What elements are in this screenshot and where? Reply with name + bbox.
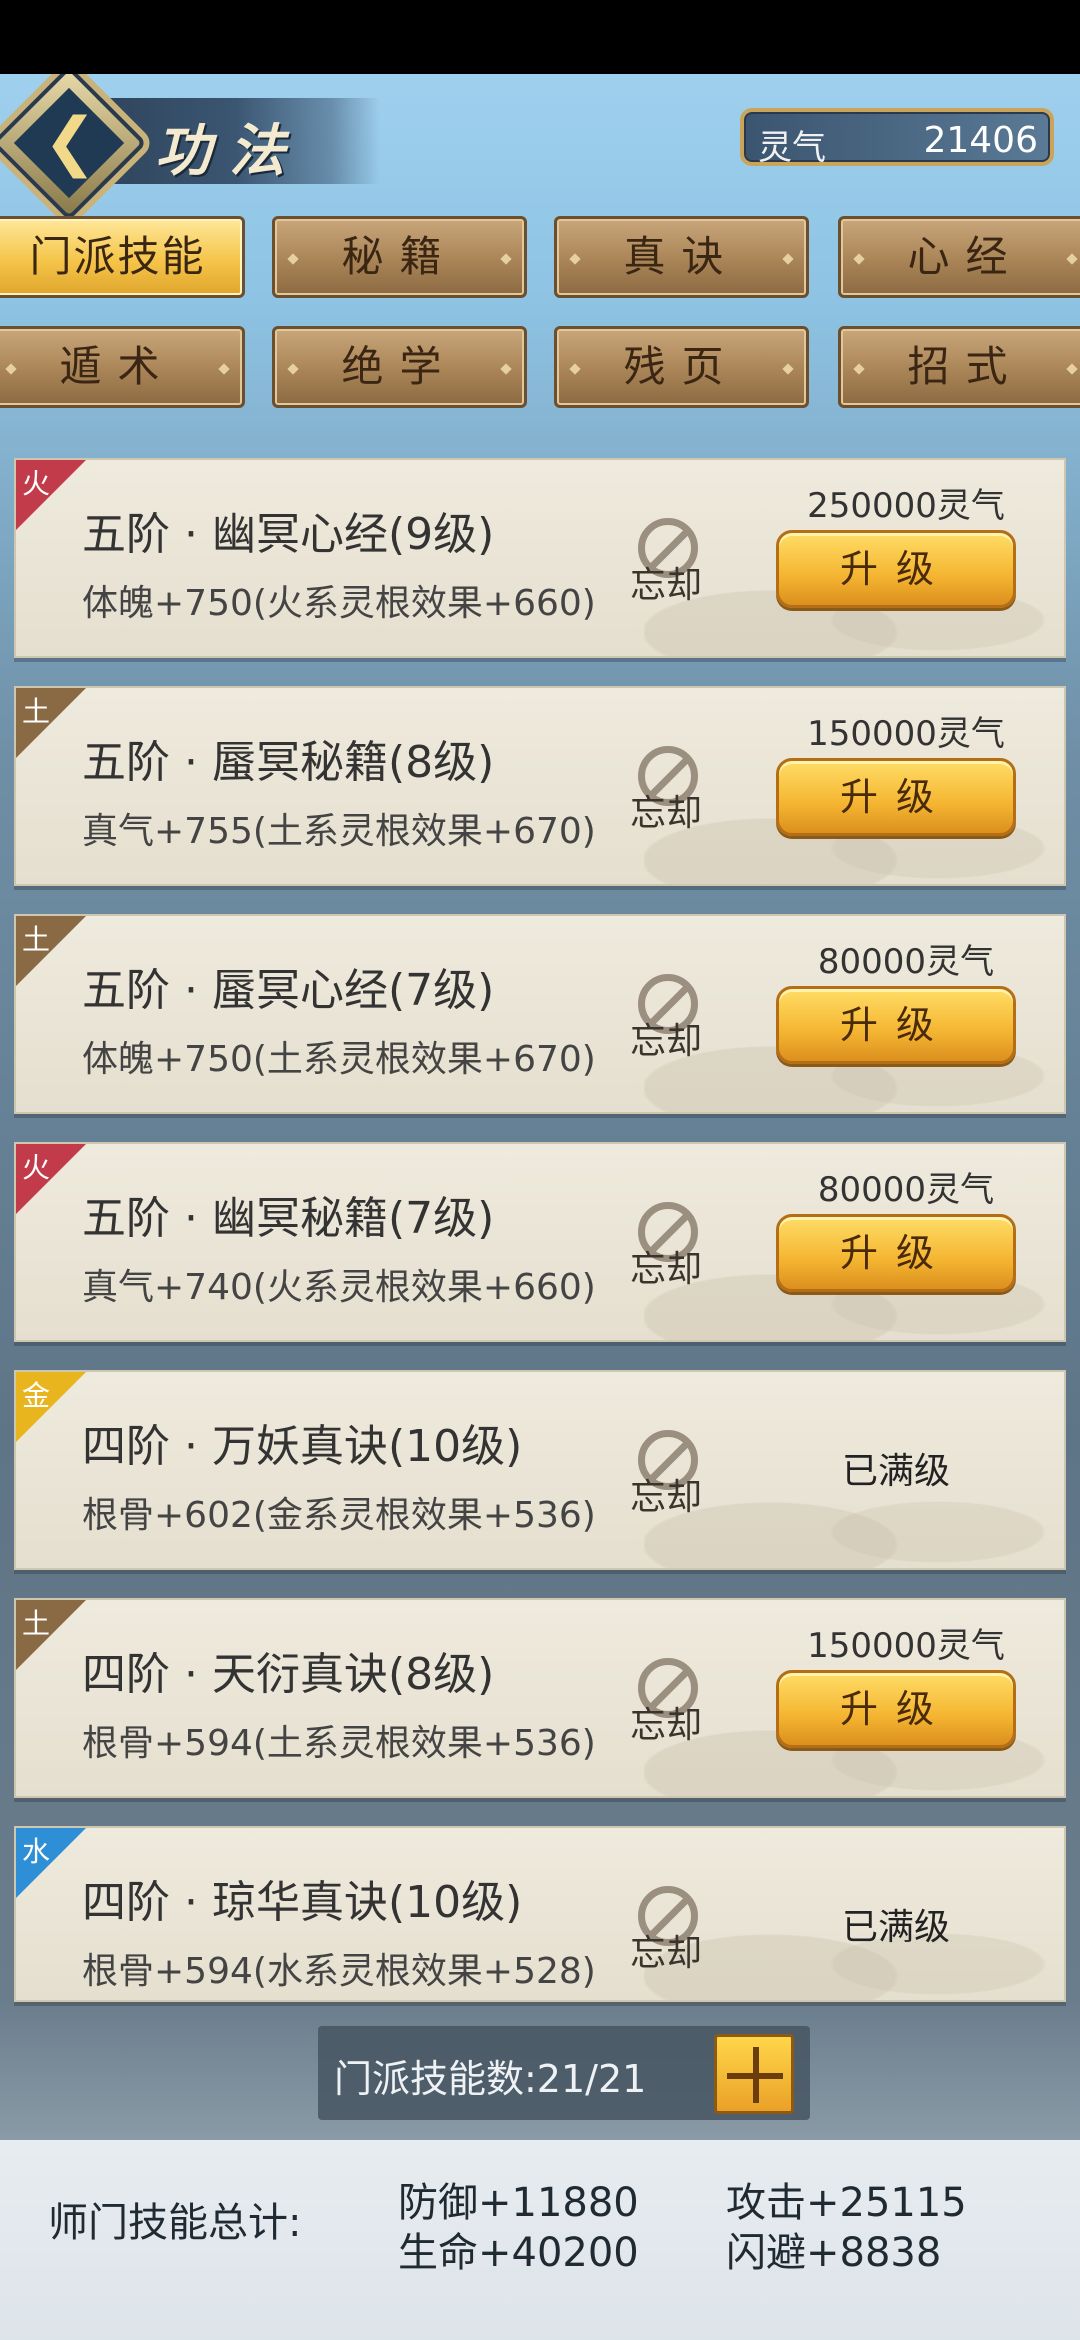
- tab-bar: 门派技能 秘籍 真诀 心经 遁术 绝学 残页 招式: [0, 216, 1080, 416]
- skill-title: 五阶 · 幽冥秘籍(7级): [82, 1193, 495, 1244]
- element-label: 火: [22, 1151, 51, 1184]
- forget-label: 忘却: [630, 565, 703, 606]
- tab-secret-books[interactable]: 秘籍: [272, 216, 527, 298]
- add-slot-button[interactable]: [714, 2034, 794, 2114]
- element-label: 水: [22, 1835, 51, 1868]
- tab-ultimate-arts[interactable]: 绝学: [272, 326, 527, 408]
- element-label: 土: [22, 695, 51, 728]
- skill-card: 水 四阶 · 琼华真诀(10级) 根骨+594(水系灵根效果+528) 忘却 已…: [14, 1826, 1066, 2002]
- upgrade-button[interactable]: 升级: [776, 758, 1016, 836]
- skill-description: 根骨+594(水系灵根效果+528): [82, 1951, 596, 1992]
- element-label: 金: [22, 1379, 51, 1412]
- plus-icon-horizontal: [727, 2073, 783, 2079]
- skill-card: 火 五阶 · 幽冥秘籍(7级) 真气+740(火系灵根效果+660) 忘却 80…: [14, 1142, 1066, 1342]
- spirit-value: 21406: [923, 120, 1038, 161]
- forget-button[interactable]: 忘却: [620, 1430, 720, 1530]
- skill-title: 五阶 · 幽冥心经(9级): [82, 509, 495, 560]
- spirit-counter: 灵气 21406: [740, 108, 1054, 168]
- forget-button[interactable]: 忘却: [620, 746, 720, 846]
- upgrade-cost: 80000灵气: [817, 942, 995, 982]
- forget-button[interactable]: 忘却: [620, 518, 720, 618]
- skill-card: 金 四阶 · 万妖真诀(10级) 根骨+602(金系灵根效果+536) 忘却 已…: [14, 1370, 1066, 1570]
- skill-card: 土 五阶 · 蜃冥秘籍(8级) 真气+755(土系灵根效果+670) 忘却 15…: [14, 686, 1066, 886]
- skill-description: 体魄+750(火系灵根效果+660): [82, 583, 596, 624]
- skill-card: 土 五阶 · 蜃冥心经(7级) 体魄+750(土系灵根效果+670) 忘却 80…: [14, 914, 1066, 1114]
- tab-escape-arts[interactable]: 遁术: [0, 326, 245, 408]
- forget-button[interactable]: 忘却: [620, 1886, 720, 1986]
- upgrade-button[interactable]: 升级: [776, 1214, 1016, 1292]
- skill-title: 四阶 · 万妖真诀(10级): [82, 1421, 523, 1472]
- tab-heart-sutras[interactable]: 心经: [838, 216, 1080, 298]
- skill-description: 体魄+750(土系灵根效果+670): [82, 1039, 596, 1080]
- forget-label: 忘却: [630, 1933, 703, 1974]
- page-title: 功法: [155, 118, 303, 184]
- max-level-label: 已满级: [841, 1451, 950, 1492]
- skill-card: 土 四阶 · 天衍真诀(8级) 根骨+594(土系灵根效果+536) 忘却 15…: [14, 1598, 1066, 1798]
- tab-true-formulas[interactable]: 真诀: [554, 216, 809, 298]
- summary-label: 师门技能总计:: [48, 2200, 302, 2246]
- tab-fragment-pages[interactable]: 残页: [554, 326, 809, 408]
- status-bar: [0, 0, 1080, 74]
- upgrade-cost: 80000灵气: [817, 1170, 995, 1210]
- forget-button[interactable]: 忘却: [620, 1658, 720, 1758]
- element-label: 土: [22, 1607, 51, 1640]
- skill-count-text: 门派技能数:21/21: [334, 2057, 647, 2101]
- upgrade-button[interactable]: 升级: [776, 1670, 1016, 1748]
- upgrade-cost: 150000灵气: [807, 1626, 1005, 1666]
- max-level-label: 已满级: [841, 1907, 950, 1948]
- forget-button[interactable]: 忘却: [620, 1202, 720, 1302]
- upgrade-cost: 250000灵气: [807, 486, 1005, 526]
- upgrade-cost: 150000灵气: [807, 714, 1005, 754]
- skill-title: 五阶 · 蜃冥心经(7级): [82, 965, 495, 1016]
- header: ❮ 功法 灵气 21406: [0, 74, 1080, 221]
- skills-summary: 师门技能总计: 防御+11880 攻击+25115 生命+40200 闪避+88…: [0, 2140, 1080, 2340]
- skills-screen: ❮ 功法 灵气 21406 门派技能 秘籍 真诀 心经 遁术 绝学 残页 招式 …: [0, 74, 1080, 2340]
- skill-title: 四阶 · 琼华真诀(10级): [82, 1877, 523, 1928]
- forget-label: 忘却: [630, 1477, 703, 1518]
- forget-label: 忘却: [630, 1705, 703, 1746]
- stat-hp: 生命+40200: [398, 2230, 639, 2276]
- tab-moves[interactable]: 招式: [838, 326, 1080, 408]
- skill-description: 根骨+602(金系灵根效果+536): [82, 1495, 596, 1536]
- skill-description: 真气+740(火系灵根效果+660): [82, 1267, 596, 1308]
- upgrade-button[interactable]: 升级: [776, 986, 1016, 1064]
- skill-description: 真气+755(土系灵根效果+670): [82, 811, 596, 852]
- forget-button[interactable]: 忘却: [620, 974, 720, 1074]
- element-label: 土: [22, 923, 51, 956]
- forget-label: 忘却: [630, 1249, 703, 1290]
- chevron-left-icon: ❮: [43, 105, 97, 179]
- skill-title: 四阶 · 天衍真诀(8级): [82, 1649, 495, 1700]
- forget-label: 忘却: [630, 1021, 703, 1062]
- skill-card: 火 五阶 · 幽冥心经(9级) 体魄+750(火系灵根效果+660) 忘却 25…: [14, 458, 1066, 658]
- tab-sect-skills[interactable]: 门派技能: [0, 216, 245, 298]
- stat-dodge: 闪避+8838: [726, 2230, 942, 2276]
- skill-description: 根骨+594(土系灵根效果+536): [82, 1723, 596, 1764]
- spirit-label: 灵气: [758, 128, 826, 168]
- element-label: 火: [22, 467, 51, 500]
- upgrade-button[interactable]: 升级: [776, 530, 1016, 608]
- skill-title: 五阶 · 蜃冥秘籍(8级): [82, 737, 495, 788]
- skill-count-bar: 门派技能数:21/21: [318, 2026, 810, 2120]
- forget-label: 忘却: [630, 793, 703, 834]
